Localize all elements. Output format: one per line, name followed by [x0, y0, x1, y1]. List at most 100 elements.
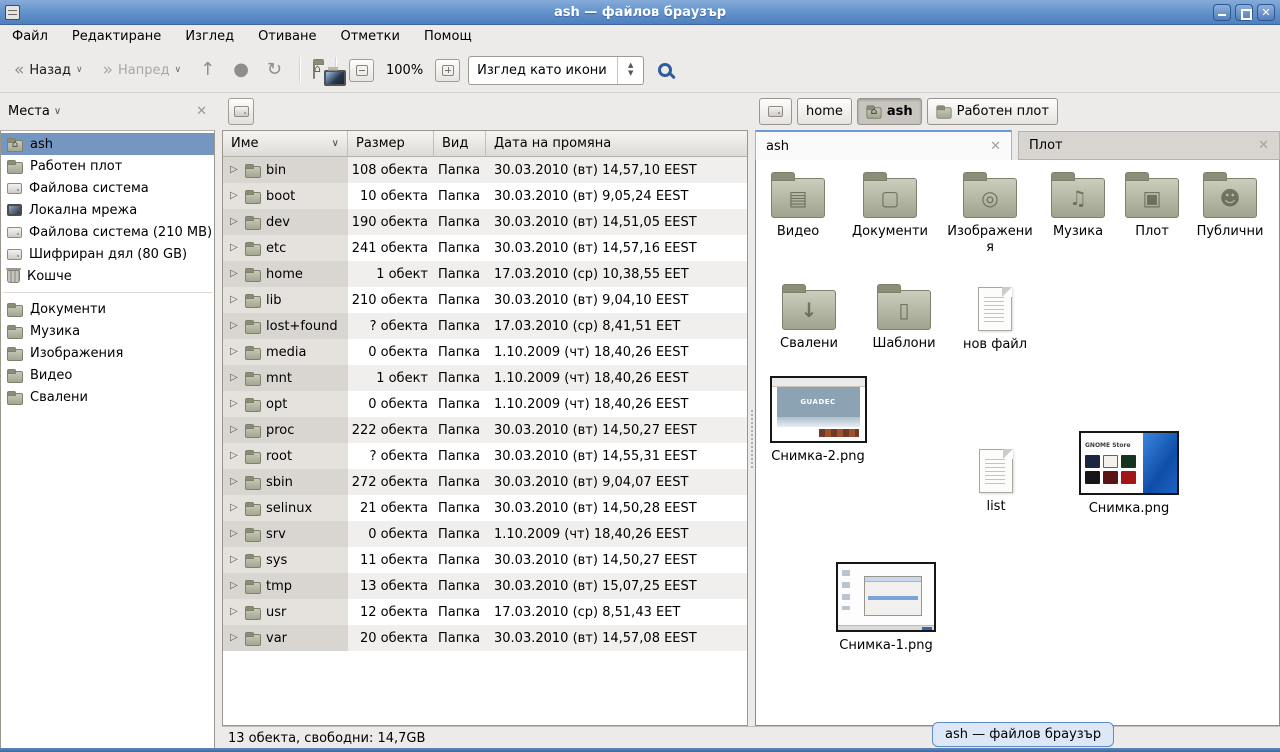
taskbar-window-button[interactable]: ash — файлов браузър	[932, 722, 1114, 747]
sidebar-item[interactable]: Кошче	[1, 265, 214, 287]
icon-view-item[interactable]: нов файл	[960, 282, 1030, 353]
table-row[interactable]: sys 11 обекта Папка 30.03.2010 (вт) 14,5…	[223, 547, 747, 573]
expander-icon[interactable]	[230, 633, 240, 643]
table-row[interactable]: tmp 13 обекта Папка 30.03.2010 (вт) 15,0…	[223, 573, 747, 599]
sidebar-item[interactable]: Файлова система	[1, 177, 214, 199]
sidebar-mode-dropdown-icon[interactable]: ∨	[54, 106, 61, 117]
back-button[interactable]: « Назад ∨	[8, 58, 89, 83]
icon-view-item[interactable]: Свалени	[770, 282, 848, 353]
icon-view-item[interactable]: Публични	[1190, 170, 1270, 255]
maximize-button[interactable]	[1235, 4, 1253, 21]
table-row[interactable]: home 1 обект Папка 17.03.2010 (ср) 10,38…	[223, 261, 747, 287]
view-mode-select[interactable]: Изглед като икони ▲▼	[468, 56, 644, 85]
icon-view-item[interactable]: Музика	[1042, 170, 1114, 255]
tab-close-icon[interactable]: ✕	[990, 139, 1001, 154]
table-row[interactable]: usr 12 обекта Папка 17.03.2010 (ср) 8,51…	[223, 599, 747, 625]
expander-icon[interactable]	[230, 451, 240, 461]
home-button[interactable]	[313, 63, 315, 78]
expander-icon[interactable]	[230, 581, 240, 591]
expander-icon[interactable]	[230, 503, 240, 513]
tab-close-icon[interactable]: ✕	[1258, 138, 1269, 153]
back-history-dropdown-icon[interactable]: ∨	[76, 65, 83, 75]
sidebar-item[interactable]: Музика	[1, 320, 214, 342]
tab[interactable]: Плот ✕	[1018, 131, 1280, 160]
menu-item[interactable]: Редактиране	[72, 29, 161, 44]
table-row[interactable]: lib 210 обекта Папка 30.03.2010 (вт) 9,0…	[223, 287, 747, 313]
menu-item[interactable]: Отиване	[258, 29, 316, 44]
sidebar-item[interactable]: Документи	[1, 298, 214, 320]
expander-icon[interactable]	[230, 555, 240, 565]
search-icon[interactable]	[658, 63, 672, 77]
combo-spinner-icon[interactable]: ▲▼	[617, 57, 643, 84]
table-row[interactable]: proc 222 обекта Папка 30.03.2010 (вт) 14…	[223, 417, 747, 443]
icon-view-item[interactable]: Документи	[842, 170, 938, 255]
pane-splitter[interactable]	[215, 130, 222, 749]
expander-icon[interactable]	[230, 425, 240, 435]
icon-view-item[interactable]: Плот	[1122, 170, 1182, 255]
icon-view-item[interactable]: GNOME Store Снимка.png	[1077, 431, 1181, 517]
breadcrumb-button[interactable]	[759, 98, 792, 125]
sidebar-item[interactable]: Работен плот	[1, 155, 214, 177]
column-header-name[interactable]: Име ∨	[223, 131, 348, 157]
table-row[interactable]: srv 0 обекта Папка 1.10.2009 (чт) 18,40,…	[223, 521, 747, 547]
expander-icon[interactable]	[230, 373, 240, 383]
pane-splitter[interactable]	[748, 130, 755, 749]
table-row[interactable]: selinux 21 обекта Папка 30.03.2010 (вт) …	[223, 495, 747, 521]
expander-icon[interactable]	[230, 191, 240, 201]
table-row[interactable]: mnt 1 обект Папка 1.10.2009 (чт) 18,40,2…	[223, 365, 747, 391]
breadcrumb-button[interactable]: Работен плот	[927, 98, 1058, 125]
zoom-in-button[interactable]	[435, 59, 460, 82]
expander-icon[interactable]	[230, 347, 240, 357]
zoom-out-button[interactable]	[349, 59, 374, 82]
table-row[interactable]: opt 0 обекта Папка 1.10.2009 (чт) 18,40,…	[223, 391, 747, 417]
table-row[interactable]: var 20 обекта Папка 30.03.2010 (вт) 14,5…	[223, 625, 747, 651]
table-row[interactable]: etc 241 обекта Папка 30.03.2010 (вт) 14,…	[223, 235, 747, 261]
expander-icon[interactable]	[230, 295, 240, 305]
sidebar-title[interactable]: Места	[8, 104, 50, 119]
expander-icon[interactable]	[230, 529, 240, 539]
icon-view-item[interactable]: list	[971, 444, 1021, 515]
sidebar-item[interactable]: Изображения	[1, 342, 214, 364]
sidebar-item[interactable]: Шифриран дял (80 GB)	[1, 243, 214, 265]
close-button[interactable]	[1257, 4, 1275, 21]
menu-item[interactable]: Изглед	[185, 29, 234, 44]
expander-icon[interactable]	[230, 217, 240, 227]
expander-icon[interactable]	[230, 607, 240, 617]
column-header-size[interactable]: Размер	[348, 131, 434, 157]
expander-icon[interactable]	[230, 399, 240, 409]
expander-icon[interactable]	[230, 269, 240, 279]
breadcrumb-button[interactable]: home	[797, 98, 852, 125]
forward-button[interactable]: » Напред ∨	[97, 58, 187, 83]
menu-item[interactable]: Файл	[12, 29, 48, 44]
stop-button[interactable]: ●	[228, 61, 254, 79]
tab[interactable]: ash ✕	[755, 130, 1012, 160]
minimize-button[interactable]	[1213, 4, 1231, 21]
tree-root-button[interactable]	[228, 98, 254, 125]
icon-view-item[interactable]: Видео	[762, 170, 834, 255]
column-header-date[interactable]: Дата на промяна	[486, 131, 747, 157]
table-row[interactable]: media 0 обекта Папка 1.10.2009 (чт) 18,4…	[223, 339, 747, 365]
expander-icon[interactable]	[230, 243, 240, 253]
table-row[interactable]: sbin 272 обекта Папка 30.03.2010 (вт) 9,…	[223, 469, 747, 495]
sidebar-item[interactable]: ash	[1, 133, 214, 155]
sidebar-item[interactable]: Свалени	[1, 386, 214, 408]
column-header-type[interactable]: Вид	[434, 131, 486, 157]
icon-view-item[interactable]: Снимка-1.png	[834, 562, 938, 654]
sidebar-item[interactable]: Видео	[1, 364, 214, 386]
icon-view-item[interactable]: Изображения	[946, 170, 1034, 255]
icon-view-item[interactable]: GUADEC Снимка-2.png	[768, 376, 868, 465]
expander-icon[interactable]	[230, 321, 240, 331]
sidebar-item[interactable]: Файлова система (210 MB)	[1, 221, 214, 243]
up-button[interactable]: ↑	[195, 61, 220, 79]
menu-item[interactable]: Помощ	[424, 29, 472, 44]
sidebar-item[interactable]: Локална мрежа	[1, 199, 214, 221]
table-row[interactable]: lost+found ? обекта Папка 17.03.2010 (ср…	[223, 313, 747, 339]
expander-icon[interactable]	[230, 477, 240, 487]
table-row[interactable]: dev 190 обекта Папка 30.03.2010 (вт) 14,…	[223, 209, 747, 235]
expander-icon[interactable]	[230, 165, 240, 175]
reload-button[interactable]: ↻	[262, 61, 287, 79]
breadcrumb-button[interactable]: ash	[857, 98, 922, 125]
icon-view-item[interactable]: Шаблони	[862, 282, 946, 353]
table-row[interactable]: root ? обекта Папка 30.03.2010 (вт) 14,5…	[223, 443, 747, 469]
table-row[interactable]: bin 108 обекта Папка 30.03.2010 (вт) 14,…	[223, 157, 747, 183]
